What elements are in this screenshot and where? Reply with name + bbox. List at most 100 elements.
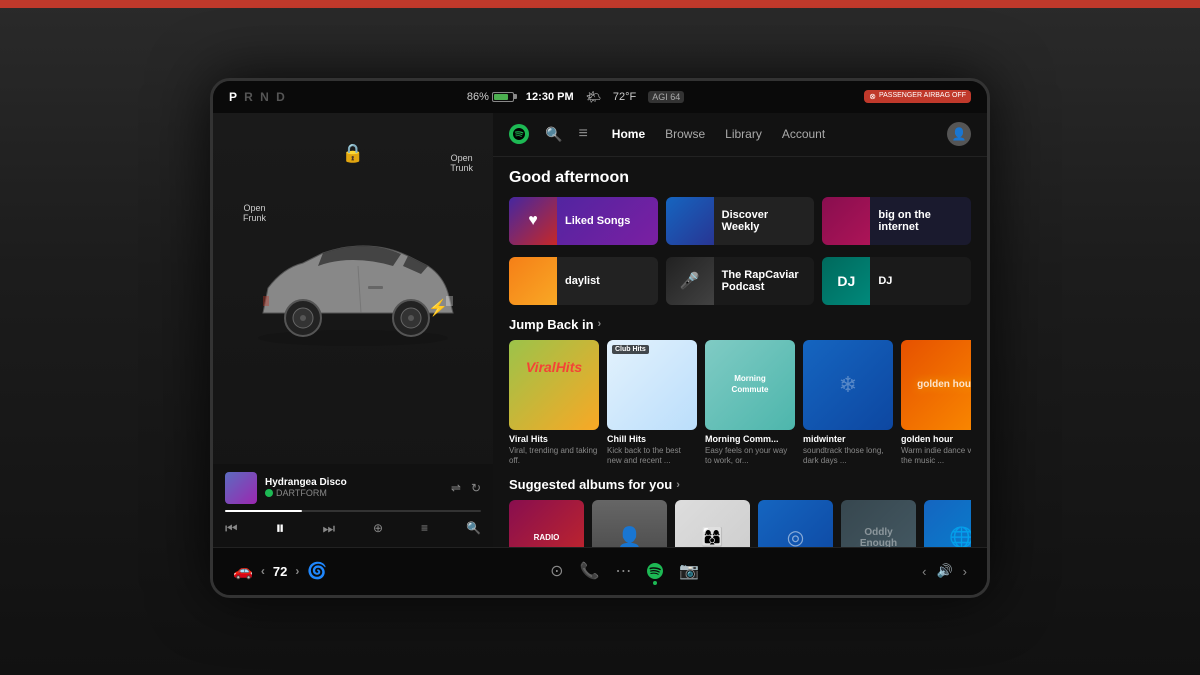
repeat-icon[interactable]: ↻ bbox=[471, 481, 481, 495]
fan-icon[interactable]: 🌀 bbox=[307, 561, 327, 581]
red-accent-stripe bbox=[0, 0, 1200, 8]
morning-commute-name: Morning Comm... bbox=[705, 434, 795, 445]
bottom-taskbar: 🚗 ‹ 72 › 🌀 ⊙ 📞 ⋯ 📷 bbox=[213, 547, 987, 595]
featured-row-1: ♥ Liked Songs Discover Weekly big on the… bbox=[509, 197, 971, 245]
midwinter-desc: soundtrack those long, dark days ... bbox=[803, 446, 893, 465]
clock: 12:30 PM bbox=[526, 91, 574, 103]
messages-icon[interactable]: ⋯ bbox=[615, 561, 631, 581]
menu-nav-icon[interactable]: ≡ bbox=[578, 125, 587, 143]
rapcaviar-card[interactable]: 🎤 The RapCaviar Podcast bbox=[666, 257, 815, 305]
i-love-you-card[interactable]: 👩‍👩‍👦 I Love You bbox=[675, 500, 750, 546]
agi-badge: AGI 64 bbox=[648, 91, 684, 103]
volume-icon[interactable]: 🔊 bbox=[936, 563, 952, 579]
car-icon[interactable]: 🚗 bbox=[233, 561, 253, 581]
spotify-taskbar-icon[interactable] bbox=[647, 563, 663, 579]
dj-card[interactable]: DJ DJ bbox=[822, 257, 971, 305]
phone-icon[interactable]: 📞 bbox=[580, 561, 600, 581]
battery-bar bbox=[492, 92, 514, 102]
temperature-control: ‹ 72 › bbox=[261, 564, 299, 579]
golden-hour-thumb: golden hour bbox=[901, 340, 971, 430]
bottom-right-controls: ‹ 🔊 › bbox=[922, 563, 967, 579]
add-to-playlist-icon[interactable]: ⊕ bbox=[373, 521, 383, 535]
player-side-icons: ⇌ ↻ bbox=[451, 481, 481, 495]
navigation-icon[interactable]: ⊙ bbox=[550, 561, 563, 581]
progress-bar[interactable] bbox=[225, 510, 481, 512]
status-right: ⊗ PASSENGER AIRBAG OFF bbox=[864, 90, 971, 103]
prnd-indicator: P R N D bbox=[229, 90, 287, 104]
viral-hits-card[interactable]: ViralHits Viral Hits Viral, trending and… bbox=[509, 340, 599, 466]
main-content: 🔒 Open Trunk Open Frunk bbox=[213, 113, 987, 547]
track-info: Hydrangea Disco DARTFORM bbox=[265, 477, 443, 498]
big-on-internet-card[interactable]: big on the internet bbox=[822, 197, 971, 245]
nav-home[interactable]: Home bbox=[612, 127, 645, 141]
viral-hits-name: Viral Hits bbox=[509, 434, 599, 445]
jump-back-row: ViralHits Viral Hits Viral, trending and… bbox=[509, 340, 971, 466]
shuffle-icon[interactable]: ⇌ bbox=[451, 481, 461, 495]
midwinter-card[interactable]: ❄ midwinter soundtrack those long, dark … bbox=[803, 340, 893, 466]
suggested-albums-title[interactable]: Suggested albums for you › bbox=[509, 477, 971, 492]
spotify-logo bbox=[509, 124, 529, 144]
new-world-card[interactable]: 🌐 New World bbox=[924, 500, 971, 546]
spotify-nav: 🔍 ≡ Home Browse Library Account 👤 bbox=[493, 113, 987, 157]
viral-hits-desc: Viral, trending and taking off. bbox=[509, 446, 599, 465]
ev-charging-icon: ⚡ bbox=[428, 298, 448, 318]
search-icon[interactable]: 🔍 bbox=[466, 521, 481, 535]
temp-increase-button[interactable]: › bbox=[295, 564, 299, 578]
golden-hour-name: golden hour bbox=[901, 434, 971, 445]
sliver-card[interactable]: 👤 Sliver bbox=[592, 500, 667, 546]
discover-weekly-card[interactable]: Discover Weekly bbox=[666, 197, 815, 245]
next-button[interactable]: ⏭ bbox=[322, 520, 335, 537]
artist-name: DARTFORM bbox=[276, 488, 327, 498]
profile-icon: 👤 bbox=[952, 127, 967, 141]
nav-library[interactable]: Library bbox=[725, 127, 762, 141]
nav-browse[interactable]: Browse bbox=[665, 127, 705, 141]
jump-back-arrow: › bbox=[598, 318, 602, 330]
sliver-thumb: 👤 bbox=[592, 500, 667, 546]
camera-icon[interactable]: 📷 bbox=[679, 561, 699, 581]
big-on-internet-thumb bbox=[822, 197, 870, 245]
open-trunk-button[interactable]: Open Trunk bbox=[450, 153, 473, 173]
equalizer-icon[interactable]: ≡ bbox=[421, 521, 428, 535]
illusion-card[interactable]: ◎ Illusion (Instru... bbox=[758, 500, 833, 546]
passenger-airbag-badge: ⊗ PASSENGER AIRBAG OFF bbox=[864, 90, 971, 103]
discover-weekly-label: Discover Weekly bbox=[722, 209, 807, 233]
chill-hits-name: Chill Hits bbox=[607, 434, 697, 445]
gear-r: R bbox=[244, 90, 255, 104]
nav-links: Home Browse Library Account bbox=[612, 127, 931, 141]
jump-back-in-title[interactable]: Jump Back in › bbox=[509, 317, 971, 332]
chill-hits-desc: Kick back to the best new and recent ... bbox=[607, 446, 697, 465]
chill-hits-card[interactable]: Club Hits Chill Hits Kick back to the be… bbox=[607, 340, 697, 466]
next-track-icon[interactable]: › bbox=[963, 564, 967, 579]
pause-button[interactable]: ⏸ bbox=[276, 518, 285, 539]
airbag-label: PASSENGER AIRBAG OFF bbox=[879, 92, 966, 100]
player-controls: ⏮ ⏸ ⏭ ⊕ ≡ 🔍 bbox=[225, 518, 481, 539]
gear-n: N bbox=[260, 90, 271, 104]
status-center: 86% 12:30 PM 🌤 72°F AGI 64 bbox=[467, 90, 684, 104]
oddly-enough-card[interactable]: Oddly Enough Oddly Enough bbox=[841, 500, 916, 546]
prev-button[interactable]: ⏮ bbox=[225, 520, 238, 537]
radio-card[interactable]: RADIO Radio bbox=[509, 500, 584, 546]
oddly-enough-thumb: Oddly Enough bbox=[841, 500, 916, 546]
profile-avatar[interactable]: 👤 bbox=[947, 122, 971, 146]
liked-songs-card[interactable]: ♥ Liked Songs bbox=[509, 197, 658, 245]
lock-icon: 🔒 bbox=[342, 143, 364, 164]
search-nav-icon[interactable]: 🔍 bbox=[545, 126, 562, 143]
nav-account[interactable]: Account bbox=[782, 127, 825, 141]
radio-thumb: RADIO bbox=[509, 500, 584, 546]
prev-track-icon[interactable]: ‹ bbox=[922, 564, 926, 579]
daylist-card[interactable]: daylist bbox=[509, 257, 658, 305]
temp-decrease-button[interactable]: ‹ bbox=[261, 564, 265, 578]
suggested-albums-row: RADIO Radio 👤 Sliver bbox=[509, 500, 971, 546]
rapcaviar-label: The RapCaviar Podcast bbox=[722, 269, 807, 293]
morning-commute-card[interactable]: MorningCommute Morning Comm... Easy feel… bbox=[705, 340, 795, 466]
weather-icon: 🌤 bbox=[586, 90, 601, 104]
liked-songs-thumb: ♥ bbox=[509, 197, 557, 245]
golden-hour-card[interactable]: golden hour golden hour Warm indie dance… bbox=[901, 340, 971, 466]
greeting-title: Good afternoon bbox=[509, 169, 971, 187]
car-image: ⚡ bbox=[243, 218, 463, 378]
midwinter-thumb: ❄ bbox=[803, 340, 893, 430]
battery-indicator: 86% bbox=[467, 91, 514, 103]
status-bar: P R N D 86% 12:30 PM 🌤 72°F AGI 64 bbox=[213, 81, 987, 113]
status-left: P R N D bbox=[229, 90, 287, 104]
chill-hits-thumb: Club Hits bbox=[607, 340, 697, 430]
